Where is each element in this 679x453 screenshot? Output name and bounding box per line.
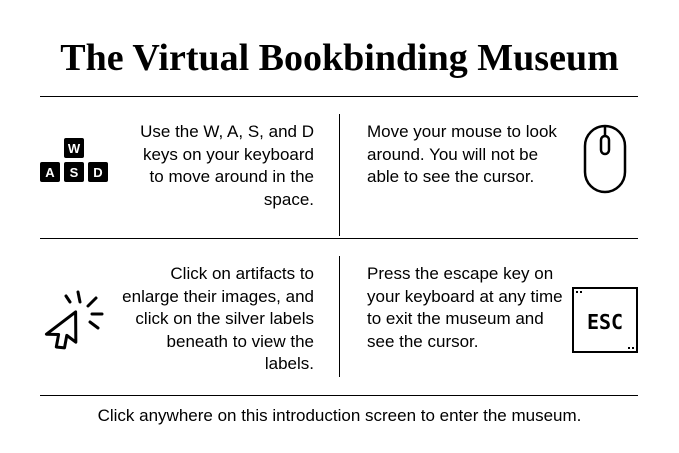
mouse-icon <box>583 124 627 194</box>
center-divider-upper <box>339 114 340 236</box>
key-d-label: D <box>93 165 102 180</box>
instruction-movement-text: Use the W, A, S, and D keys on your keyb… <box>140 122 314 209</box>
esc-key-icon: ESC <box>572 287 638 353</box>
esc-key-label: ESC <box>587 310 623 334</box>
instruction-look-text: Move your mouse to look around. You will… <box>367 122 557 186</box>
bottom-divider <box>40 395 638 396</box>
key-a-label: A <box>45 165 55 180</box>
instruction-escape-text: Press the escape key on your keyboard at… <box>367 264 563 351</box>
enter-museum-prompt[interactable]: Click anywhere on this introduction scre… <box>0 405 679 427</box>
wasd-keys-icon: W A S D <box>40 138 108 182</box>
page-title: The Virtual Bookbinding Museum <box>60 37 619 79</box>
instruction-click-text: Click on artifacts to enlarge their imag… <box>122 264 314 373</box>
click-cursor-icon <box>44 290 104 350</box>
center-divider-lower <box>339 256 340 377</box>
middle-divider <box>40 238 638 239</box>
key-w-label: W <box>68 141 81 156</box>
top-divider <box>40 96 638 97</box>
key-s-label: S <box>70 165 79 180</box>
